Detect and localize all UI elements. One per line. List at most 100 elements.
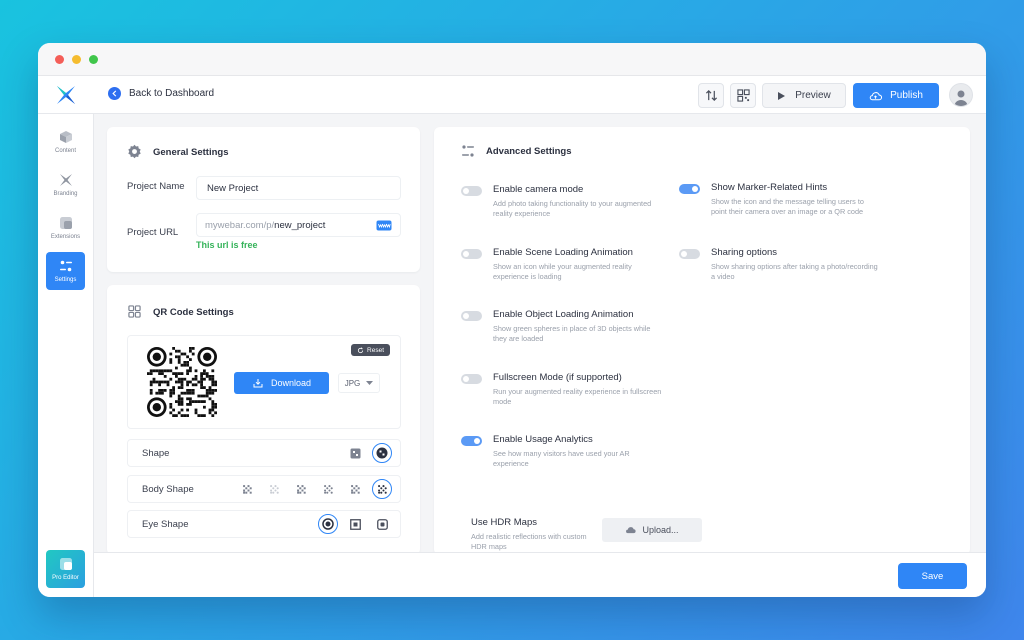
upload-hdr-button[interactable]: Upload... <box>602 518 702 542</box>
url-slug: new_project <box>274 219 326 231</box>
scene-loading-toggle[interactable] <box>461 249 482 259</box>
general-settings-card: General Settings Project Name New Projec… <box>107 127 420 272</box>
user-icon <box>954 90 968 106</box>
reset-button[interactable]: Reset <box>351 344 390 356</box>
setting-title: Show Marker-Related Hints <box>711 182 828 193</box>
preview-button[interactable]: Preview <box>762 83 846 108</box>
eye-shape-label: Eye Shape <box>142 519 189 530</box>
pro-editor-icon <box>59 558 72 570</box>
setting-description: Show sharing options after taking a phot… <box>711 262 878 281</box>
eye-shape-option-row: Eye Shape <box>127 510 401 538</box>
advanced-settings-card: Advanced Settings Enable camera mode Add… <box>434 127 970 555</box>
setting-title: Fullscreen Mode (if supported) <box>493 372 622 383</box>
branding-icon <box>59 174 72 186</box>
square-shape-icon[interactable] <box>345 443 365 463</box>
arrow-left-icon <box>108 87 121 100</box>
window-maximize-button[interactable] <box>89 55 98 64</box>
publish-button[interactable]: Publish <box>853 83 939 108</box>
format-value: JPG <box>344 378 361 388</box>
hdr-maps-description: Add realistic reflections with custom HD… <box>471 532 587 551</box>
back-to-dashboard-label: Back to Dashboard <box>129 88 215 99</box>
extensions-icon <box>59 217 72 229</box>
qr-code-button[interactable] <box>730 83 756 108</box>
setting-title: Enable Object Loading Animation <box>493 309 634 320</box>
sidebar-item-extensions[interactable]: Extensions <box>46 209 85 247</box>
circle-shape-icon[interactable] <box>372 443 392 463</box>
setting-title: Sharing options <box>711 247 778 258</box>
project-name-label: Project Name <box>127 181 185 192</box>
project-name-input[interactable]: New Project <box>196 176 401 200</box>
setting-title: Enable camera mode <box>493 184 584 195</box>
publish-label: Publish <box>890 90 923 101</box>
qr-code-settings-title: QR Code Settings <box>153 307 234 318</box>
round-eye-icon[interactable] <box>318 514 338 534</box>
project-name-value: New Project <box>207 182 259 194</box>
advanced-settings-title: Advanced Settings <box>486 146 572 157</box>
body-shape-label: Body Shape <box>142 484 194 495</box>
back-to-dashboard-link[interactable]: Back to Dashboard <box>108 87 214 100</box>
setting-description: See how many visitors have used your AR … <box>493 449 630 468</box>
shape-label: Shape <box>142 448 170 459</box>
setting-description: Show green spheres in place of 3D object… <box>493 324 651 343</box>
sidebar-item-label: Content <box>54 148 76 154</box>
sidebar-item-label: Settings <box>54 277 77 283</box>
cloud-upload-icon <box>869 91 883 100</box>
sidebar-item-content[interactable]: Content <box>46 123 85 161</box>
sort-button[interactable] <box>698 83 724 108</box>
save-button[interactable]: Save <box>898 563 967 589</box>
sort-arrows-icon <box>705 90 717 101</box>
rounded-square-eye-icon[interactable] <box>372 514 392 534</box>
url-prefix: mywebar.com/p/ <box>205 219 275 231</box>
window-close-button[interactable] <box>55 55 64 64</box>
sidebar-item-settings[interactable]: Settings <box>46 252 85 290</box>
diamond-body-icon[interactable] <box>345 479 365 499</box>
top-bar: Back to Dashboard Preview Publish <box>38 76 986 114</box>
settings-icon <box>59 260 72 272</box>
sidebar-item-label: Branding <box>53 191 78 197</box>
preview-label: Preview <box>795 90 831 101</box>
upload-label: Upload... <box>642 525 679 535</box>
qr-code-icon <box>736 89 750 102</box>
sharing-options-toggle[interactable] <box>679 249 700 259</box>
window-titlebar <box>38 43 986 76</box>
general-settings-title: General Settings <box>153 147 229 158</box>
sidebar-item-label: Extensions <box>50 234 81 240</box>
setting-description: Add photo taking functionality to your a… <box>493 199 652 218</box>
fullscreen-mode-toggle[interactable] <box>461 374 482 384</box>
shape-option-row: Shape <box>127 439 401 467</box>
square-eye-icon[interactable] <box>345 514 365 534</box>
cloud-upload-icon <box>626 527 637 534</box>
camera-mode-toggle[interactable] <box>461 186 482 196</box>
setting-description: Show the icon and the message telling us… <box>711 197 864 216</box>
sliders-icon <box>462 145 474 157</box>
user-avatar[interactable] <box>949 83 973 107</box>
faded-dots-body-icon[interactable] <box>264 479 284 499</box>
format-select[interactable]: JPG <box>338 373 380 393</box>
cube-icon <box>59 131 72 143</box>
footer-bar: Save <box>94 552 986 597</box>
qr-code-settings-card: QR Code Settings Reset Download JPG Shap… <box>107 285 420 555</box>
rounded-body-icon[interactable] <box>291 479 311 499</box>
circle-dots-body-icon[interactable] <box>372 479 392 499</box>
project-url-label: Project URL <box>127 227 179 238</box>
window-minimize-button[interactable] <box>72 55 81 64</box>
qr-grid-icon <box>128 305 141 318</box>
pro-editor-button[interactable]: Pro Editor <box>46 550 85 588</box>
chevron-down-icon <box>366 381 374 385</box>
download-button[interactable]: Download <box>234 372 329 394</box>
marker-hints-toggle[interactable] <box>679 184 700 194</box>
square-dots-body-icon[interactable] <box>237 479 257 499</box>
classy-body-icon[interactable] <box>318 479 338 499</box>
usage-analytics-toggle[interactable] <box>461 436 482 446</box>
sidebar-item-branding[interactable]: Branding <box>46 166 85 204</box>
setting-title: Enable Scene Loading Animation <box>493 247 633 258</box>
qr-code-image <box>147 347 217 417</box>
download-icon <box>253 379 263 388</box>
app-logo-icon[interactable] <box>54 83 78 107</box>
object-loading-toggle[interactable] <box>461 311 482 321</box>
app-window: Back to Dashboard Preview Publish Conten… <box>38 43 986 597</box>
web-icon[interactable] <box>376 220 392 231</box>
project-url-input[interactable]: mywebar.com/p/ new_project <box>196 213 401 237</box>
reset-label: Reset <box>367 346 384 354</box>
hdr-maps-title: Use HDR Maps <box>471 517 537 528</box>
